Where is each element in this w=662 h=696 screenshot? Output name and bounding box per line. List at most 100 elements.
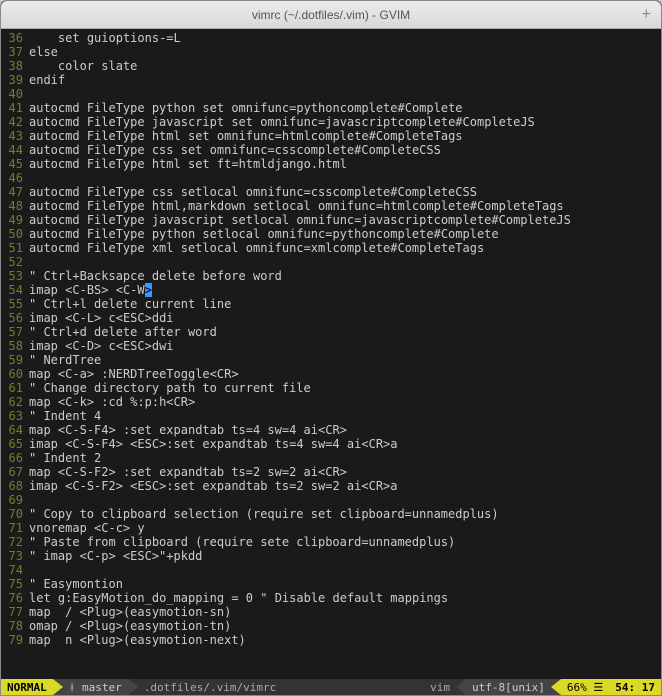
code-line[interactable]: 63" Indent 4 bbox=[1, 409, 661, 423]
code-content[interactable]: " NerdTree bbox=[29, 353, 661, 367]
code-line[interactable]: 64map <C-S-F4> :set expandtab ts=4 sw=4 … bbox=[1, 423, 661, 437]
code-content[interactable]: autocmd FileType javascript setlocal omn… bbox=[29, 213, 661, 227]
code-line[interactable]: 77map / <Plug>(easymotion-sn) bbox=[1, 605, 661, 619]
code-line[interactable]: 54imap <C-BS> <C-W> bbox=[1, 283, 661, 297]
code-content[interactable]: map <C-k> :cd %:p:h<CR> bbox=[29, 395, 661, 409]
code-line[interactable]: 74 bbox=[1, 563, 661, 577]
code-line[interactable]: 60map <C-a> :NERDTreeToggle<CR> bbox=[1, 367, 661, 381]
code-content[interactable]: autocmd FileType html,markdown setlocal … bbox=[29, 199, 661, 213]
code-line[interactable]: 69 bbox=[1, 493, 661, 507]
separator-icon bbox=[128, 679, 138, 695]
line-number: 74 bbox=[1, 563, 29, 577]
code-content[interactable]: " Indent 2 bbox=[29, 451, 661, 465]
code-line[interactable]: 70" Copy to clipboard selection (require… bbox=[1, 507, 661, 521]
editor-area[interactable]: 36 set guioptions-=L37else38 color slate… bbox=[1, 29, 661, 679]
code-content[interactable]: autocmd FileType python set omnifunc=pyt… bbox=[29, 101, 661, 115]
code-line[interactable]: 55" Ctrl+l delete current line bbox=[1, 297, 661, 311]
code-content[interactable]: omap / <Plug>(easymotion-tn) bbox=[29, 619, 661, 633]
code-content[interactable]: autocmd FileType javascript set omnifunc… bbox=[29, 115, 661, 129]
code-content[interactable]: " Indent 4 bbox=[29, 409, 661, 423]
code-line[interactable]: 52 bbox=[1, 255, 661, 269]
code-line[interactable]: 48autocmd FileType html,markdown setloca… bbox=[1, 199, 661, 213]
code-content[interactable]: autocmd FileType html set omnifunc=htmlc… bbox=[29, 129, 661, 143]
code-content[interactable]: " Ctrl+d delete after word bbox=[29, 325, 661, 339]
code-line[interactable]: 66" Indent 2 bbox=[1, 451, 661, 465]
code-line[interactable]: 72" Paste from clipboard (require sete c… bbox=[1, 535, 661, 549]
statusline: NORMAL ᚼ master .dotfiles/.vim/vimrc vim… bbox=[1, 679, 661, 695]
code-line[interactable]: 61" Change directory path to current fil… bbox=[1, 381, 661, 395]
code-content[interactable] bbox=[29, 87, 661, 101]
line-number: 63 bbox=[1, 409, 29, 423]
code-line[interactable]: 76let g:EasyMotion_do_mapping = 0 " Disa… bbox=[1, 591, 661, 605]
code-line[interactable]: 71vnoremap <C-c> y bbox=[1, 521, 661, 535]
code-line[interactable]: 38 color slate bbox=[1, 59, 661, 73]
code-line[interactable]: 36 set guioptions-=L bbox=[1, 31, 661, 45]
code-content[interactable]: imap <C-L> c<ESC>ddi bbox=[29, 311, 661, 325]
code-line[interactable]: 46 bbox=[1, 171, 661, 185]
code-line[interactable]: 44autocmd FileType css set omnifunc=cssc… bbox=[1, 143, 661, 157]
code-line[interactable]: 62map <C-k> :cd %:p:h<CR> bbox=[1, 395, 661, 409]
line-number: 54 bbox=[1, 283, 29, 297]
code-line[interactable]: 42autocmd FileType javascript set omnifu… bbox=[1, 115, 661, 129]
code-line[interactable]: 45autocmd FileType html set ft=htmldjang… bbox=[1, 157, 661, 171]
code-content[interactable]: " Copy to clipboard selection (require s… bbox=[29, 507, 661, 521]
code-content[interactable]: autocmd FileType python setlocal omnifun… bbox=[29, 227, 661, 241]
line-number: 51 bbox=[1, 241, 29, 255]
code-content[interactable]: map <C-S-F4> :set expandtab ts=4 sw=4 ai… bbox=[29, 423, 661, 437]
code-line[interactable]: 47autocmd FileType css setlocal omnifunc… bbox=[1, 185, 661, 199]
code-content[interactable]: color slate bbox=[29, 59, 661, 73]
code-content[interactable]: map <C-S-F2> :set expandtab ts=2 sw=2 ai… bbox=[29, 465, 661, 479]
code-content[interactable]: " imap <C-p> <ESC>"+pkdd bbox=[29, 549, 661, 563]
line-number: 75 bbox=[1, 577, 29, 591]
code-line[interactable]: 75" Easymontion bbox=[1, 577, 661, 591]
plus-icon[interactable]: + bbox=[642, 6, 651, 24]
titlebar[interactable]: vimrc (~/.dotfiles/.vim) - GVIM + bbox=[1, 1, 661, 29]
code-content[interactable]: imap <C-S-F2> <ESC>:set expandtab ts=2 s… bbox=[29, 479, 661, 493]
code-line[interactable]: 39endif bbox=[1, 73, 661, 87]
code-line[interactable]: 68imap <C-S-F2> <ESC>:set expandtab ts=2… bbox=[1, 479, 661, 493]
code-line[interactable]: 41autocmd FileType python set omnifunc=p… bbox=[1, 101, 661, 115]
code-content[interactable]: " Ctrl+l delete current line bbox=[29, 297, 661, 311]
code-line[interactable]: 37else bbox=[1, 45, 661, 59]
code-content[interactable]: map / <Plug>(easymotion-sn) bbox=[29, 605, 661, 619]
code-content[interactable]: " Easymontion bbox=[29, 577, 661, 591]
code-line[interactable]: 58imap <C-D> c<ESC>dwi bbox=[1, 339, 661, 353]
code-content[interactable]: vnoremap <C-c> y bbox=[29, 521, 661, 535]
code-content[interactable]: imap <C-S-F4> <ESC>:set expandtab ts=4 s… bbox=[29, 437, 661, 451]
code-line[interactable]: 56imap <C-L> c<ESC>ddi bbox=[1, 311, 661, 325]
code-line[interactable]: 79map n <Plug>(easymotion-next) bbox=[1, 633, 661, 647]
code-content[interactable] bbox=[29, 255, 661, 269]
code-content[interactable] bbox=[29, 563, 661, 577]
code-content[interactable]: map <C-a> :NERDTreeToggle<CR> bbox=[29, 367, 661, 381]
code-line[interactable]: 51autocmd FileType xml setlocal omnifunc… bbox=[1, 241, 661, 255]
code-line[interactable]: 50autocmd FileType python setlocal omnif… bbox=[1, 227, 661, 241]
code-line[interactable]: 57" Ctrl+d delete after word bbox=[1, 325, 661, 339]
code-line[interactable]: 67map <C-S-F2> :set expandtab ts=2 sw=2 … bbox=[1, 465, 661, 479]
code-content[interactable] bbox=[29, 171, 661, 185]
code-content[interactable]: endif bbox=[29, 73, 661, 87]
code-line[interactable]: 53" Ctrl+Backsapce delete before word bbox=[1, 269, 661, 283]
code-line[interactable]: 73" imap <C-p> <ESC>"+pkdd bbox=[1, 549, 661, 563]
code-content[interactable]: autocmd FileType css set omnifunc=csscom… bbox=[29, 143, 661, 157]
code-line[interactable]: 43autocmd FileType html set omnifunc=htm… bbox=[1, 129, 661, 143]
code-content[interactable]: autocmd FileType css setlocal omnifunc=c… bbox=[29, 185, 661, 199]
code-line[interactable]: 59" NerdTree bbox=[1, 353, 661, 367]
code-content[interactable]: else bbox=[29, 45, 661, 59]
code-content[interactable]: set guioptions-=L bbox=[29, 31, 661, 45]
code-content[interactable]: imap <C-D> c<ESC>dwi bbox=[29, 339, 661, 353]
branch-name: master bbox=[82, 681, 122, 694]
code-line[interactable]: 49autocmd FileType javascript setlocal o… bbox=[1, 213, 661, 227]
code-line[interactable]: 40 bbox=[1, 87, 661, 101]
code-content[interactable]: autocmd FileType xml setlocal omnifunc=x… bbox=[29, 241, 661, 255]
code-line[interactable]: 65imap <C-S-F4> <ESC>:set expandtab ts=4… bbox=[1, 437, 661, 451]
code-content[interactable]: let g:EasyMotion_do_mapping = 0 " Disabl… bbox=[29, 591, 661, 605]
code-line[interactable]: 78omap / <Plug>(easymotion-tn) bbox=[1, 619, 661, 633]
code-content[interactable] bbox=[29, 493, 661, 507]
code-content[interactable]: " Change directory path to current file bbox=[29, 381, 661, 395]
code-content[interactable]: map n <Plug>(easymotion-next) bbox=[29, 633, 661, 647]
line-number: 47 bbox=[1, 185, 29, 199]
code-content[interactable]: " Paste from clipboard (require sete cli… bbox=[29, 535, 661, 549]
code-content[interactable]: imap <C-BS> <C-W> bbox=[29, 283, 661, 297]
code-content[interactable]: autocmd FileType html set ft=htmldjango.… bbox=[29, 157, 661, 171]
code-content[interactable]: " Ctrl+Backsapce delete before word bbox=[29, 269, 661, 283]
